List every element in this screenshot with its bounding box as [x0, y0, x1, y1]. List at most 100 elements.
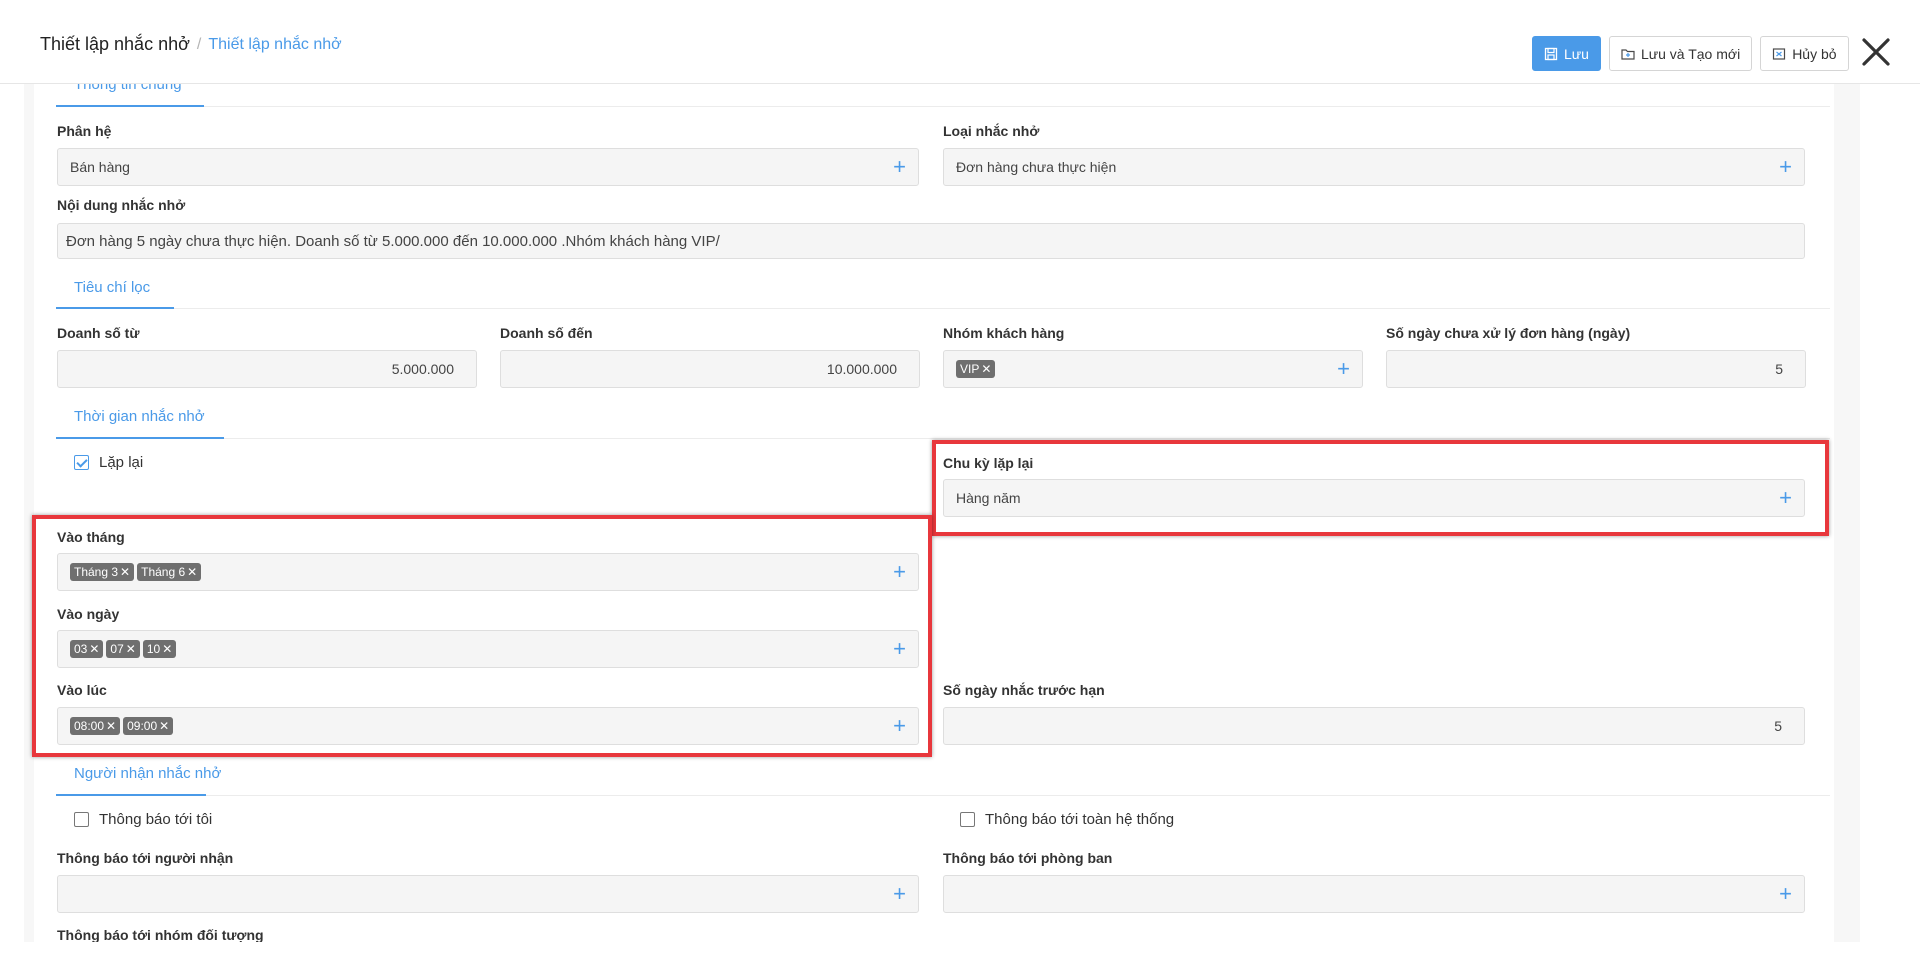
cancel-button[interactable]: Hủy bỏ [1760, 36, 1849, 71]
tag-label: VIP [960, 362, 980, 376]
section-general-title[interactable]: Thông tin chung [74, 84, 182, 93]
notify-dept-field[interactable]: + [943, 875, 1805, 913]
time-at-field[interactable]: 08:00 ✕ 09:00 ✕ + [57, 707, 919, 745]
add-icon[interactable]: + [893, 561, 906, 583]
close-icon[interactable] [1860, 36, 1892, 68]
remove-tag-icon[interactable]: ✕ [120, 565, 130, 579]
toolbar: Lưu Lưu và Tạo mới Hủy bỏ [1532, 36, 1849, 71]
sales-from-value: 5.000.000 [391, 361, 454, 377]
notify-group-label: Thông báo tới nhóm đối tượng [57, 927, 264, 942]
remove-tag-icon[interactable]: ✕ [159, 719, 169, 733]
add-icon[interactable]: + [893, 715, 906, 737]
tag-label: Tháng 3 [74, 565, 119, 579]
pending-days-value: 5 [1775, 361, 1783, 377]
add-icon[interactable]: + [893, 638, 906, 660]
form-panel: Thông tin chung Phân hệ Bán hàng + Loại … [24, 84, 1860, 942]
cancel-label: Hủy bỏ [1792, 45, 1837, 62]
sales-to-label: Doanh số đến [500, 325, 593, 341]
reminder-type-field[interactable]: Đơn hàng chưa thực hiện + [943, 148, 1805, 186]
add-icon[interactable]: + [1779, 883, 1792, 905]
month-tags: Tháng 3 ✕ Tháng 6 ✕ [70, 563, 885, 581]
customer-group-field[interactable]: VIP ✕ + [943, 350, 1363, 388]
tag-label: 10 [146, 642, 161, 656]
sales-to-value: 10.000.000 [826, 361, 897, 377]
section-underline [56, 437, 224, 439]
module-field[interactable]: Bán hàng + [57, 148, 919, 186]
save-button[interactable]: Lưu [1532, 36, 1601, 71]
pending-days-label: Số ngày chưa xử lý đơn hàng (ngày) [1386, 325, 1631, 341]
remove-tag-icon[interactable]: ✕ [162, 642, 172, 656]
section-recipients-title[interactable]: Người nhận nhắc nhở [74, 765, 221, 782]
cancel-icon [1773, 47, 1786, 60]
section-divider [56, 106, 1830, 107]
pending-days-field[interactable]: 5 [1386, 350, 1806, 388]
save-label: Lưu [1564, 45, 1589, 62]
tag-label: 07 [110, 642, 124, 656]
tag-vip: VIP ✕ [956, 360, 996, 378]
notify-all-checkbox[interactable]: Thông báo tới toàn hệ thống [960, 811, 1174, 828]
module-label: Phân hệ [57, 123, 112, 139]
remove-tag-icon[interactable]: ✕ [126, 642, 136, 656]
tag-label: 03 [74, 642, 88, 656]
add-icon[interactable]: + [1779, 156, 1792, 178]
remove-tag-icon[interactable]: ✕ [106, 719, 116, 733]
cycle-value: Hàng năm [956, 490, 1021, 506]
remove-tag-icon[interactable]: ✕ [981, 362, 991, 376]
tag-day: 10 ✕ [142, 640, 177, 658]
cycle-field[interactable]: Hàng năm + [943, 479, 1805, 517]
checkbox-checked-icon[interactable] [74, 455, 89, 470]
notify-person-label: Thông báo tới người nhận [57, 850, 234, 866]
sales-from-field[interactable]: 5.000.000 [57, 350, 477, 388]
tag-day: 03 ✕ [70, 640, 104, 658]
remove-tag-icon[interactable]: ✕ [187, 565, 197, 579]
tag-time: 08:00 ✕ [70, 717, 121, 735]
content-field[interactable]: Đơn hàng 5 ngày chưa thực hiện. Doanh số… [57, 223, 1805, 259]
notify-me-checkbox[interactable]: Thông báo tới tôi [74, 811, 212, 828]
section-filter-title[interactable]: Tiêu chí lọc [74, 279, 150, 296]
notify-person-field[interactable]: + [57, 875, 919, 913]
checkbox-icon[interactable] [74, 812, 89, 827]
days-before-value: 5 [1774, 718, 1782, 734]
breadcrumb-link[interactable]: Thiết lập nhắc nhở [208, 36, 341, 54]
notify-all-label: Thông báo tới toàn hệ thống [985, 811, 1175, 828]
add-icon[interactable]: + [1337, 358, 1350, 380]
tag-label: 08:00 [74, 719, 105, 733]
day-tags: 03 ✕ 07 ✕ 10 ✕ [70, 640, 885, 658]
repeat-label: Lặp lại [99, 454, 144, 471]
section-underline [56, 794, 206, 796]
repeat-checkbox[interactable]: Lặp lại [74, 454, 143, 471]
days-before-label: Số ngày nhắc trước hạn [943, 682, 1105, 698]
month-field[interactable]: Tháng 3 ✕ Tháng 6 ✕ + [57, 553, 919, 591]
section-time-title[interactable]: Thời gian nhắc nhở [74, 408, 205, 425]
header: Thiết lập nhắc nhở / Thiết lập nhắc nhở … [0, 0, 1920, 84]
section-divider [56, 795, 1830, 796]
folder-plus-icon [1621, 48, 1635, 60]
tag-month: Tháng 3 ✕ [70, 563, 135, 581]
checkbox-icon[interactable] [960, 812, 975, 827]
add-icon[interactable]: + [893, 156, 906, 178]
add-icon[interactable]: + [893, 883, 906, 905]
day-field[interactable]: 03 ✕ 07 ✕ 10 ✕ + [57, 630, 919, 668]
tag-day: 07 ✕ [106, 640, 140, 658]
sales-to-field[interactable]: 10.000.000 [500, 350, 920, 388]
notify-dept-label: Thông báo tới phòng ban [943, 850, 1113, 866]
content-value: Đơn hàng 5 ngày chưa thực hiện. Doanh số… [66, 232, 720, 250]
save-and-new-label: Lưu và Tạo mới [1640, 45, 1741, 62]
tag-month: Tháng 6 ✕ [137, 563, 202, 581]
section-underline [56, 105, 204, 107]
reminder-type-value: Đơn hàng chưa thực hiện [956, 159, 1117, 175]
time-at-label: Vào lúc [57, 682, 107, 698]
days-before-field[interactable]: 5 [943, 707, 1805, 745]
add-icon[interactable]: + [1779, 487, 1792, 509]
notify-me-label: Thông báo tới tôi [99, 811, 213, 828]
tag-label: 09:00 [127, 719, 158, 733]
module-value: Bán hàng [70, 159, 130, 175]
save-and-new-button[interactable]: Lưu và Tạo mới [1608, 36, 1753, 71]
section-underline [56, 307, 174, 309]
tag-label: Tháng 6 [141, 565, 186, 579]
breadcrumb: Thiết lập nhắc nhở / Thiết lập nhắc nhở [40, 34, 342, 55]
sales-from-label: Doanh số từ [57, 325, 140, 341]
section-divider [56, 308, 1830, 309]
remove-tag-icon[interactable]: ✕ [89, 642, 99, 656]
save-icon [1544, 47, 1558, 60]
